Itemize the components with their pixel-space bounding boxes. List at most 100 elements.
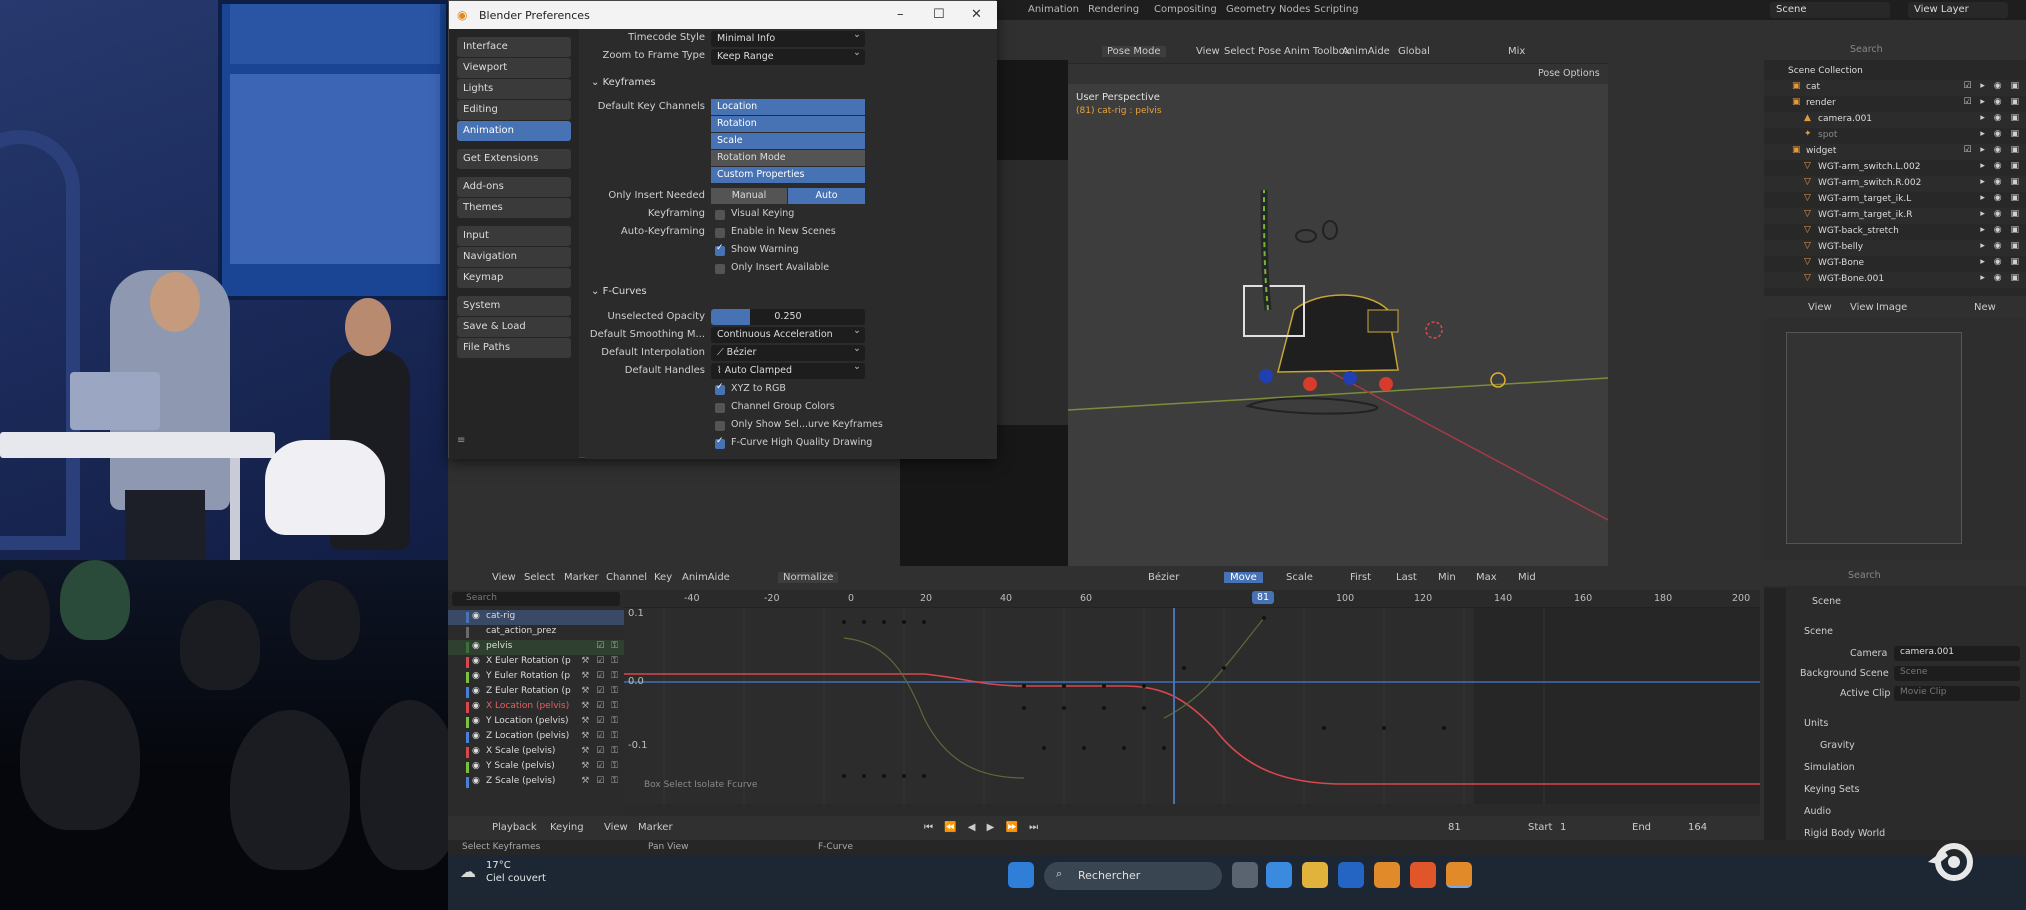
- edge-icon[interactable]: [1266, 862, 1292, 888]
- menu-icon[interactable]: ≡: [457, 435, 465, 446]
- key-channel-rotation-mode[interactable]: Rotation Mode: [711, 150, 865, 166]
- timeline-menu-playback[interactable]: Playback: [492, 822, 537, 833]
- viewport-menu-animaide[interactable]: AnimAide: [1342, 46, 1390, 57]
- workspace-tab-rendering[interactable]: Rendering: [1088, 4, 1139, 15]
- view-layer-selector[interactable]: View Layer: [1908, 2, 2008, 18]
- task-view-icon[interactable]: [1232, 862, 1258, 888]
- active-clip-field[interactable]: Movie Clip: [1894, 686, 2020, 701]
- visual-keying-checkbox[interactable]: [715, 210, 725, 220]
- outliner-row[interactable]: ▽ WGT-Bone.001 ▸ ◉ ▣: [1764, 272, 2026, 288]
- enable-new-scenes-checkbox[interactable]: [715, 228, 725, 238]
- nav-file-paths[interactable]: File Paths: [457, 338, 571, 358]
- workspace-tab-scripting[interactable]: Scripting: [1314, 4, 1358, 15]
- key-channel-location[interactable]: Location: [711, 99, 865, 115]
- properties-tabs[interactable]: [1764, 588, 1786, 855]
- outlook-icon[interactable]: [1338, 862, 1364, 888]
- orientation-selector[interactable]: Global: [1398, 46, 1430, 57]
- playback-controls[interactable]: ⏮ ⏪ ◀ ▶ ⏩ ⏭: [924, 822, 1042, 833]
- mid-button[interactable]: Mid: [1518, 572, 1536, 583]
- eye-icon[interactable]: ◉: [472, 686, 480, 696]
- nav-editing[interactable]: Editing: [457, 100, 571, 120]
- workspace-tab-animation[interactable]: Animation: [1028, 4, 1079, 15]
- channel-row[interactable]: ◉ pelvis ☑ ⚿: [448, 640, 624, 655]
- channel-row[interactable]: ◉ Y Euler Rotation (p ⚒ ☑ ⚿: [448, 670, 624, 685]
- outliner-search[interactable]: Search: [1850, 44, 1883, 55]
- channel-search[interactable]: Search: [452, 592, 620, 606]
- background-scene-field[interactable]: Scene: [1894, 666, 2020, 681]
- nav-keymap[interactable]: Keymap: [457, 268, 571, 288]
- outliner-row[interactable]: ▽ WGT-arm_target_ik.L ▸ ◉ ▣: [1764, 192, 2026, 208]
- eye-icon[interactable]: ◉: [472, 671, 480, 681]
- windows-start-icon[interactable]: [1008, 862, 1034, 888]
- max-button[interactable]: Max: [1476, 572, 1497, 583]
- workspace-tab-geometry-nodes[interactable]: Geometry Nodes: [1226, 4, 1310, 15]
- zoom-frame-dropdown[interactable]: Keep Range: [711, 47, 865, 65]
- normalize-toggle[interactable]: Normalize: [778, 572, 839, 583]
- graph-menu-marker[interactable]: Marker: [564, 572, 599, 583]
- viewport-menu-pose[interactable]: Pose: [1258, 46, 1281, 57]
- eye-icon[interactable]: ◉: [472, 776, 480, 786]
- audio-panel[interactable]: Audio: [1804, 806, 1831, 817]
- start-frame-field[interactable]: 1: [1560, 822, 1566, 833]
- 3d-viewport[interactable]: [1068, 40, 1608, 570]
- curve-area[interactable]: 0.1 0.0 -0.1 Box Select Isolate Fcurve: [624, 608, 1760, 804]
- eye-icon[interactable]: ◉: [472, 746, 480, 756]
- first-button[interactable]: First: [1350, 572, 1371, 583]
- key-channel-rotation[interactable]: Rotation: [711, 116, 865, 132]
- viewport-menu-anim-toolbox[interactable]: Anim Toolbox: [1284, 46, 1350, 57]
- channel-row[interactable]: ◉ cat-rig: [448, 610, 624, 625]
- hq-drawing-checkbox[interactable]: [715, 436, 725, 449]
- interpolation-selector[interactable]: Bézier: [1148, 572, 1179, 583]
- eye-icon[interactable]: ◉: [472, 701, 480, 711]
- channel-row[interactable]: ◉ Z Location (pelvis) ⚒ ☑ ⚿: [448, 730, 624, 745]
- mode-selector[interactable]: Pose Mode: [1102, 46, 1166, 57]
- properties-editor[interactable]: Search Scene Scene Camera camera.001 Bac…: [1764, 566, 2026, 855]
- workspace-tab-compositing[interactable]: Compositing: [1154, 4, 1217, 15]
- maximize-icon[interactable]: ☐: [933, 7, 945, 22]
- outliner-row[interactable]: ▽ WGT-Bone ▸ ◉ ▣: [1764, 256, 2026, 272]
- channel-row[interactable]: ◉ Y Scale (pelvis) ⚒ ☑ ⚿: [448, 760, 624, 775]
- close-icon[interactable]: ✕: [971, 7, 982, 22]
- keyframes-section[interactable]: ⌄ Keyframes: [591, 77, 656, 88]
- last-button[interactable]: Last: [1396, 572, 1417, 583]
- channel-group-colors-checkbox[interactable]: [715, 403, 725, 413]
- nav-themes[interactable]: Themes: [457, 198, 571, 218]
- outliner-row[interactable]: ✦ spot ▸ ◉ ▣: [1764, 128, 2026, 144]
- channel-row[interactable]: ◉ X Location (pelvis) ⚒ ☑ ⚿: [448, 700, 624, 715]
- simulation-panel[interactable]: Simulation: [1804, 762, 1855, 773]
- channel-row[interactable]: ◉ X Scale (pelvis) ⚒ ☑ ⚿: [448, 745, 624, 760]
- file-explorer-icon[interactable]: [1302, 862, 1328, 888]
- min-button[interactable]: Min: [1438, 572, 1456, 583]
- key-channel-scale[interactable]: Scale: [711, 133, 865, 149]
- nav-save-load[interactable]: Save & Load: [457, 317, 571, 337]
- interpolation-dropdown[interactable]: ⟋ Bézier: [711, 343, 865, 361]
- blender-taskbar-icon[interactable]: [1374, 862, 1400, 888]
- eye-icon[interactable]: ◉: [472, 611, 480, 621]
- auto-button[interactable]: Auto: [788, 188, 865, 204]
- graph-menu-animaide[interactable]: AnimAide: [682, 572, 730, 583]
- nav-lights[interactable]: Lights: [457, 79, 571, 99]
- image-view-selector[interactable]: View: [1808, 302, 1832, 313]
- current-frame-indicator[interactable]: 81: [1252, 591, 1275, 604]
- timeline-menu-view[interactable]: View: [604, 822, 628, 833]
- outliner[interactable]: Search Scene Collection ▣ cat ☑ ▸ ◉ ▣ ▣ ren…: [1764, 40, 2026, 296]
- outliner-row[interactable]: ▣ render ☑ ▸ ◉ ▣: [1764, 96, 2026, 112]
- smoothing-dropdown[interactable]: Continuous Acceleration: [711, 325, 865, 343]
- outliner-row[interactable]: ▣ widget ☑ ▸ ◉ ▣: [1764, 144, 2026, 160]
- timecode-dropdown[interactable]: Minimal Info: [711, 29, 865, 47]
- nav-system[interactable]: System: [457, 296, 571, 316]
- scale-button[interactable]: Scale: [1286, 572, 1313, 583]
- outliner-row[interactable]: ▽ WGT-back_stretch ▸ ◉ ▣: [1764, 224, 2026, 240]
- firefox-icon[interactable]: [1410, 862, 1436, 888]
- eye-icon[interactable]: ◉: [472, 716, 480, 726]
- end-frame-field[interactable]: 164: [1688, 822, 1707, 833]
- outliner-row[interactable]: ▽ WGT-arm_target_ik.R ▸ ◉ ▣: [1764, 208, 2026, 224]
- outliner-row[interactable]: ▲ camera.001 ▸ ◉ ▣: [1764, 112, 2026, 128]
- channel-row[interactable]: ◉ Z Euler Rotation (p ⚒ ☑ ⚿: [448, 685, 624, 700]
- outliner-row[interactable]: Scene Collection: [1764, 64, 2026, 80]
- image-menu-image[interactable]: Image: [1876, 302, 1907, 313]
- outliner-row[interactable]: ▽ WGT-arm_switch.R.002 ▸ ◉ ▣: [1764, 176, 2026, 192]
- eye-icon[interactable]: ◉: [472, 731, 480, 741]
- show-warning-checkbox[interactable]: [715, 243, 725, 256]
- unselected-opacity-slider[interactable]: 0.250: [711, 309, 865, 325]
